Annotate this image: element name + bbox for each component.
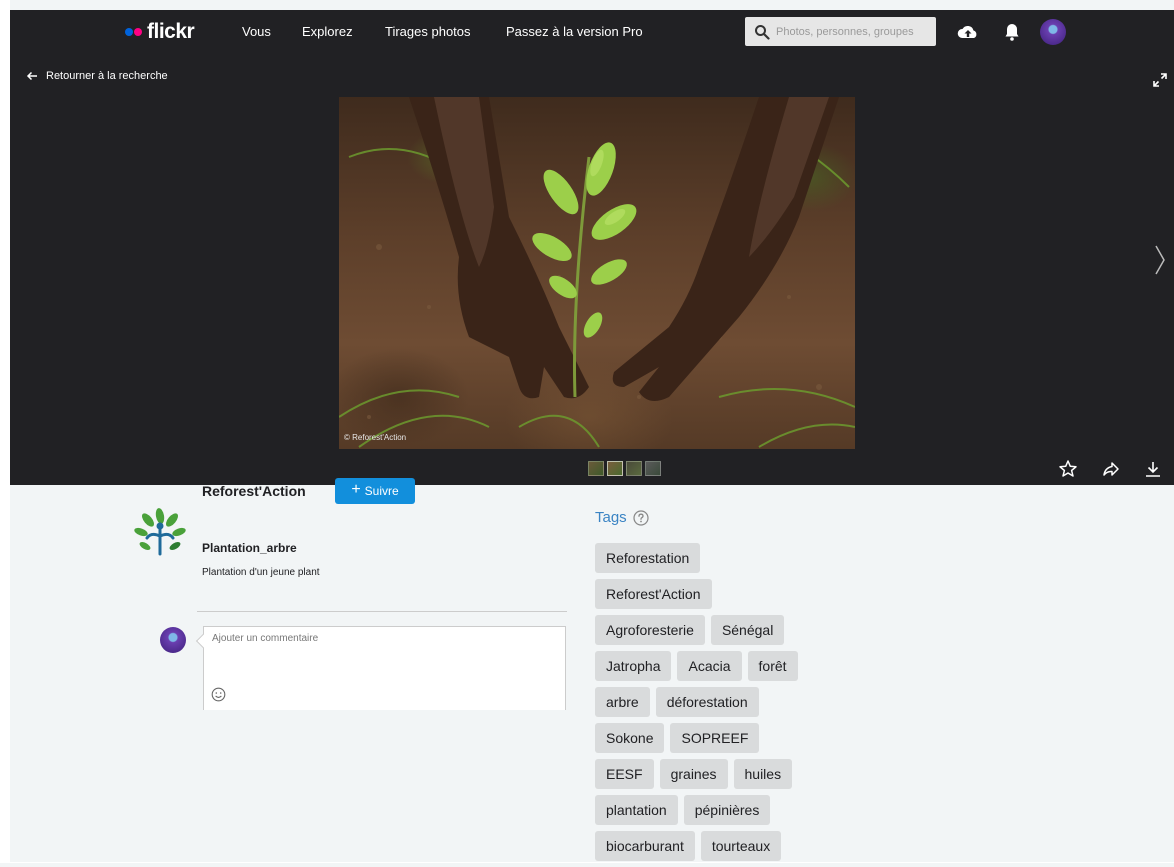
upload-cloud-icon[interactable] [957,21,979,43]
left-margin [0,0,10,863]
logo-wordmark: flickr [147,20,195,43]
emoji-icon[interactable] [211,687,226,702]
tag-chip[interactable]: huiles [733,759,793,789]
tag-row: biocarburant tourteaux [595,831,798,861]
tag-row: Reforestation [595,543,798,573]
tag-row: plantation pépinières [595,795,798,825]
thumbnail[interactable] [645,461,661,476]
back-label: Retourner à la recherche [46,70,168,82]
plus-icon: + [351,481,361,498]
owner-name-link[interactable]: Reforest'Action [202,483,306,500]
user-avatar[interactable] [1040,19,1066,45]
tag-row: Sokone SOPREEF [595,723,798,753]
tag-chip[interactable]: forêt [747,651,798,681]
tag-chip[interactable]: Jatropha [595,651,672,681]
tag-chip[interactable]: Agroforesterie [595,615,705,645]
arrow-left-icon [26,71,37,81]
tag-row: EESF graines huiles [595,759,798,789]
search-input[interactable] [776,21,931,42]
tag-chip[interactable]: déforestation [655,687,759,717]
help-icon[interactable] [633,509,649,526]
top-navigation: flickr Vous Explorez Tirages photos Pass… [10,10,1174,54]
tag-chip[interactable]: Sénégal [710,615,785,645]
divider [197,611,567,612]
logo-pink-dot [134,28,142,36]
nav-link-vous[interactable]: Vous [242,10,271,54]
tag-chip[interactable]: pépinières [683,795,771,825]
tag-chip[interactable]: biocarburant [595,831,695,861]
tag-chip[interactable]: tourteaux [700,831,782,861]
share-icon[interactable] [1101,459,1121,479]
back-to-search-link[interactable]: Retourner à la recherche [26,70,168,82]
tag-chip[interactable]: arbre [595,687,650,717]
search-box[interactable] [745,17,936,46]
follow-button[interactable]: + Suivre [335,478,415,504]
nav-link-tirages-photos[interactable]: Tirages photos [385,10,471,54]
tag-row: arbre déforestation [595,687,798,717]
tag-chip[interactable]: plantation [595,795,678,825]
reforest-action-logo[interactable] [133,506,187,558]
thumbnail[interactable] [626,461,642,476]
chevron-right-icon[interactable] [1154,244,1166,276]
follow-label: Suivre [364,484,399,498]
logo-blue-dot [125,28,133,36]
nav-link-explorez[interactable]: Explorez [302,10,353,54]
photo-illustration [339,97,855,448]
tag-row: Agroforesterie Sénégal [595,615,798,645]
commenter-avatar [160,627,186,653]
tag-row: Jatropha Acacia forêt [595,651,798,681]
tag-chip[interactable]: Sokone [595,723,665,753]
download-icon[interactable] [1143,459,1163,479]
tag-chip[interactable]: Reforestation [595,543,701,573]
thumbnail-active[interactable] [607,461,623,476]
thumbnail-strip [588,461,661,476]
tags-list: Reforestation Reforest'Action Agroforester… [595,543,798,867]
tags-heading-label: Tags [595,509,627,526]
tag-chip[interactable]: SOPREEF [670,723,760,753]
photo-viewer: Retourner à la recherche © Reforest'Acti… [10,54,1174,485]
search-icon [755,25,770,40]
bell-icon[interactable] [1001,21,1023,43]
tag-chip[interactable]: Reforest'Action [595,579,712,609]
tags-heading: Tags [595,509,649,526]
tag-row: Reforest'Action [595,579,798,609]
tag-chip[interactable]: EESF [595,759,654,789]
photo-title: Plantation_arbre [202,541,297,555]
flickr-logo[interactable]: flickr [125,20,195,43]
main-photo[interactable]: © Reforest'Action [339,97,855,449]
tag-chip[interactable]: Acacia [677,651,742,681]
photo-watermark: © Reforest'Action [344,433,407,442]
thumbnail[interactable] [588,461,604,476]
tag-chip[interactable]: graines [659,759,728,789]
nav-link-version-pro[interactable]: Passez à la version Pro [506,10,643,54]
comment-input[interactable] [212,633,552,673]
star-icon[interactable] [1058,459,1078,479]
comment-box[interactable] [203,626,566,710]
expand-fullscreen-icon[interactable] [1152,72,1168,88]
photo-description: Plantation d'un jeune plant [202,567,320,578]
